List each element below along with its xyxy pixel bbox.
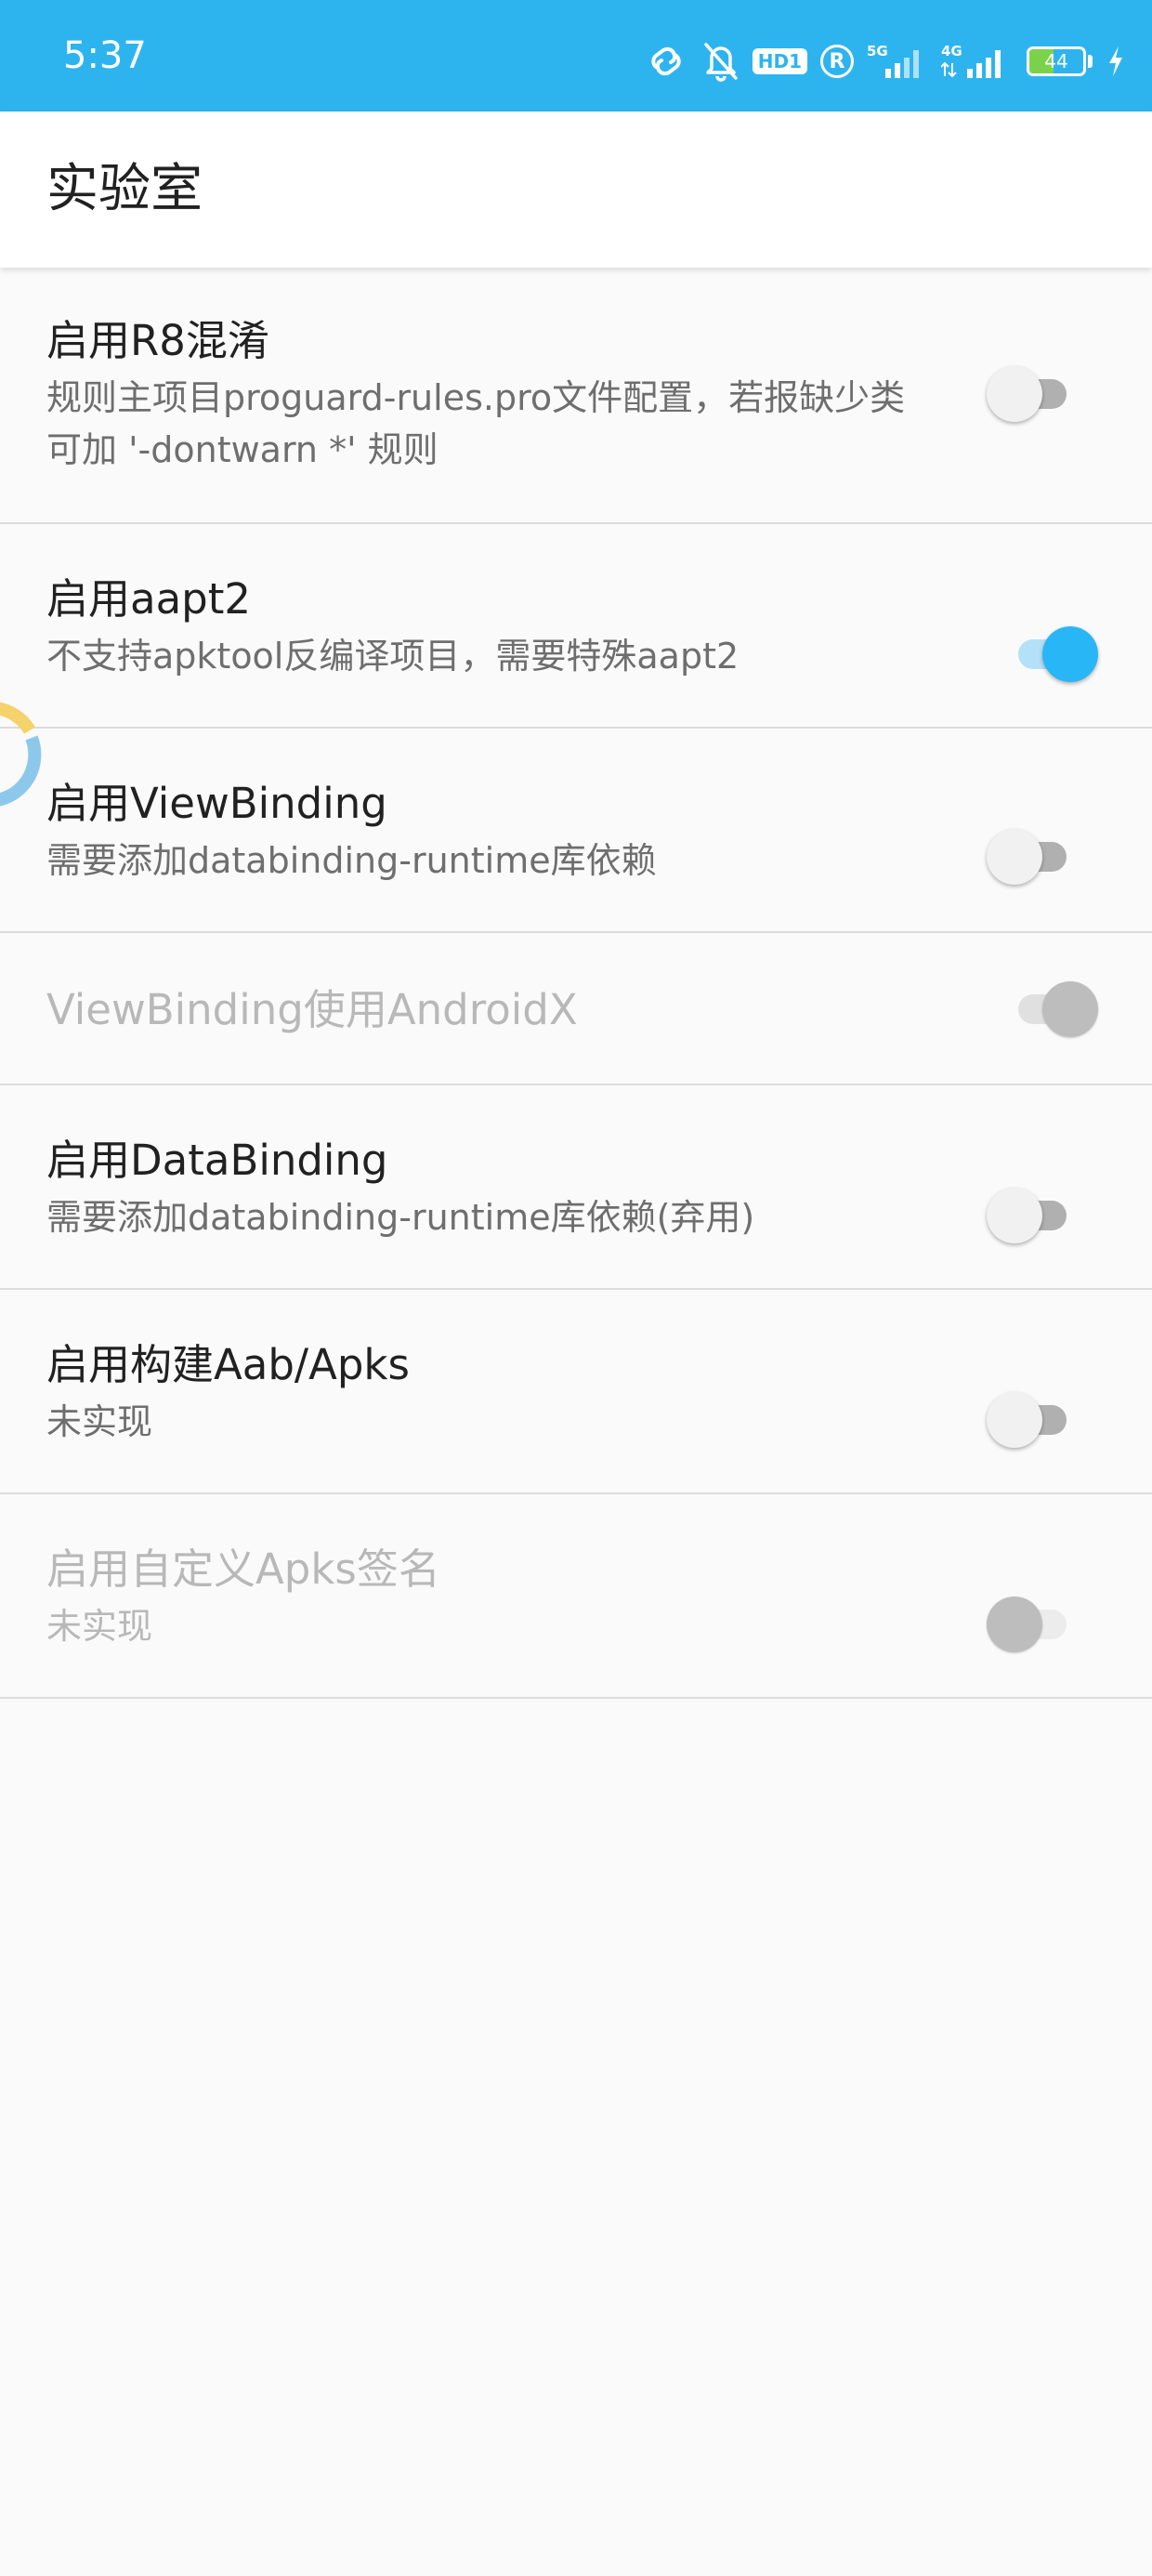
page-title: 实验室 [46, 159, 203, 219]
bell-off-icon [702, 41, 740, 82]
setting-title: 启用R8混淆 [46, 316, 269, 365]
signal-4g-label: 4G [941, 43, 962, 59]
signal-5g-icon: 5G [867, 43, 928, 80]
status-bar: 5:37 HD1 R 5G 4G 44 [0, 0, 1152, 112]
link-icon [643, 43, 689, 80]
toggle-thumb [1042, 981, 1098, 1037]
setting-row-r8[interactable]: 启用R8混淆 规则主项目proguard-rules.pro文件配置，若报缺少类… [0, 268, 1152, 524]
setting-summary: 未实现 [46, 1401, 153, 1442]
r8-toggle[interactable] [987, 364, 1080, 424]
charging-icon [1106, 45, 1126, 78]
loading-spinner-icon [0, 688, 61, 833]
toggle-thumb [987, 829, 1042, 885]
viewbinding-androidx-toggle [1005, 979, 1098, 1039]
setting-row-aapt2[interactable]: 启用aapt2 不支持apktool反编译项目，需要特殊aapt2 [0, 524, 1152, 729]
signal-4g-icon: 4G [941, 43, 1014, 80]
setting-summary: 不支持apktool反编译项目，需要特殊aapt2 [46, 636, 740, 677]
setting-row-viewbinding[interactable]: 启用ViewBinding 需要添加databinding-runtime库依赖 [0, 729, 1152, 933]
aab-toggle[interactable] [987, 1390, 1080, 1450]
setting-title: 启用ViewBinding [46, 779, 387, 828]
setting-title: ViewBinding使用AndroidX [46, 985, 578, 1034]
setting-summary: 规则主项目proguard-rules.pro文件配置，若报缺少类可加 '-do… [46, 377, 906, 470]
toggle-thumb [987, 366, 1042, 422]
aapt2-toggle[interactable] [1005, 624, 1098, 684]
battery-icon: 44 [1027, 46, 1086, 76]
status-time: 5:37 [63, 34, 147, 77]
battery-level: 44 [1044, 50, 1068, 72]
battery-tip [1088, 55, 1093, 68]
setting-summary: 需要添加databinding-runtime库依赖 [46, 840, 657, 881]
setting-row-viewbinding-androidx: ViewBinding使用AndroidX [0, 933, 1152, 1085]
toggle-thumb [987, 1188, 1042, 1243]
setting-summary: 需要添加databinding-runtime库依赖(弃用) [46, 1197, 755, 1238]
setting-title: 启用DataBinding [46, 1136, 388, 1185]
apks-sign-toggle [987, 1595, 1080, 1654]
signal-5g-label: 5G [867, 43, 888, 59]
status-icons: HD1 R 5G 4G 44 [643, 35, 1126, 87]
hd-icon: HD1 [752, 48, 807, 74]
setting-row-databinding[interactable]: 启用DataBinding 需要添加databinding-runtime库依赖… [0, 1085, 1152, 1290]
setting-row-aab[interactable]: 启用构建Aab/Apks 未实现 [0, 1290, 1152, 1494]
r-icon: R [820, 45, 854, 78]
toggle-thumb [1042, 626, 1098, 682]
setting-title: 启用自定义Apks签名 [46, 1544, 440, 1594]
app-bar: 实验室 [0, 112, 1152, 268]
setting-title: 启用aapt2 [46, 574, 251, 624]
setting-summary: 未实现 [46, 1606, 153, 1647]
viewbinding-toggle[interactable] [987, 827, 1080, 887]
setting-title: 启用构建Aab/Apks [46, 1340, 410, 1389]
toggle-thumb [987, 1392, 1042, 1448]
setting-row-apks-sign: 启用自定义Apks签名 未实现 [0, 1494, 1152, 1699]
databinding-toggle[interactable] [987, 1186, 1080, 1245]
toggle-thumb [987, 1597, 1042, 1652]
